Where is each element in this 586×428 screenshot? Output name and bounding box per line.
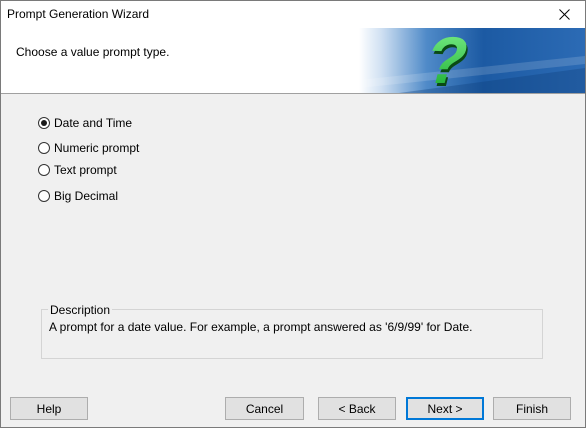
wizard-window: Prompt Generation Wizard Choose a value … <box>0 0 586 428</box>
next-button[interactable]: Next > <box>406 397 484 420</box>
back-button[interactable]: < Back <box>318 397 396 420</box>
header-instruction: Choose a value prompt type. <box>16 45 170 59</box>
radio-text-prompt[interactable]: Text prompt <box>38 163 117 177</box>
description-text: A prompt for a date value. For example, … <box>49 320 473 334</box>
radio-big-decimal[interactable]: Big Decimal <box>38 189 118 203</box>
radio-button[interactable] <box>38 142 50 154</box>
radio-label: Date and Time <box>54 116 133 130</box>
wizard-header: Choose a value prompt type. ? ? <box>1 28 585 94</box>
description-legend: Description <box>48 303 113 317</box>
close-icon <box>558 9 570 20</box>
help-button[interactable]: Help <box>10 397 88 420</box>
radio-numeric-prompt[interactable]: Numeric prompt <box>38 141 139 155</box>
description-group: Description A prompt for a date value. F… <box>41 303 543 359</box>
window-title: Prompt Generation Wizard <box>7 7 150 21</box>
title-bar: Prompt Generation Wizard <box>1 1 585 28</box>
radio-button[interactable] <box>38 164 50 176</box>
radio-label: Text prompt <box>54 163 117 177</box>
finish-button[interactable]: Finish <box>493 397 571 420</box>
radio-button-selected[interactable] <box>38 117 50 129</box>
question-mark-graphic: ? ? <box>359 28 585 93</box>
radio-label: Big Decimal <box>54 189 119 203</box>
close-button[interactable] <box>543 1 585 28</box>
radio-date-and-time[interactable]: Date and Time <box>38 116 132 130</box>
radio-button[interactable] <box>38 190 50 202</box>
cancel-button[interactable]: Cancel <box>225 397 304 420</box>
radio-label: Numeric prompt <box>54 141 140 155</box>
